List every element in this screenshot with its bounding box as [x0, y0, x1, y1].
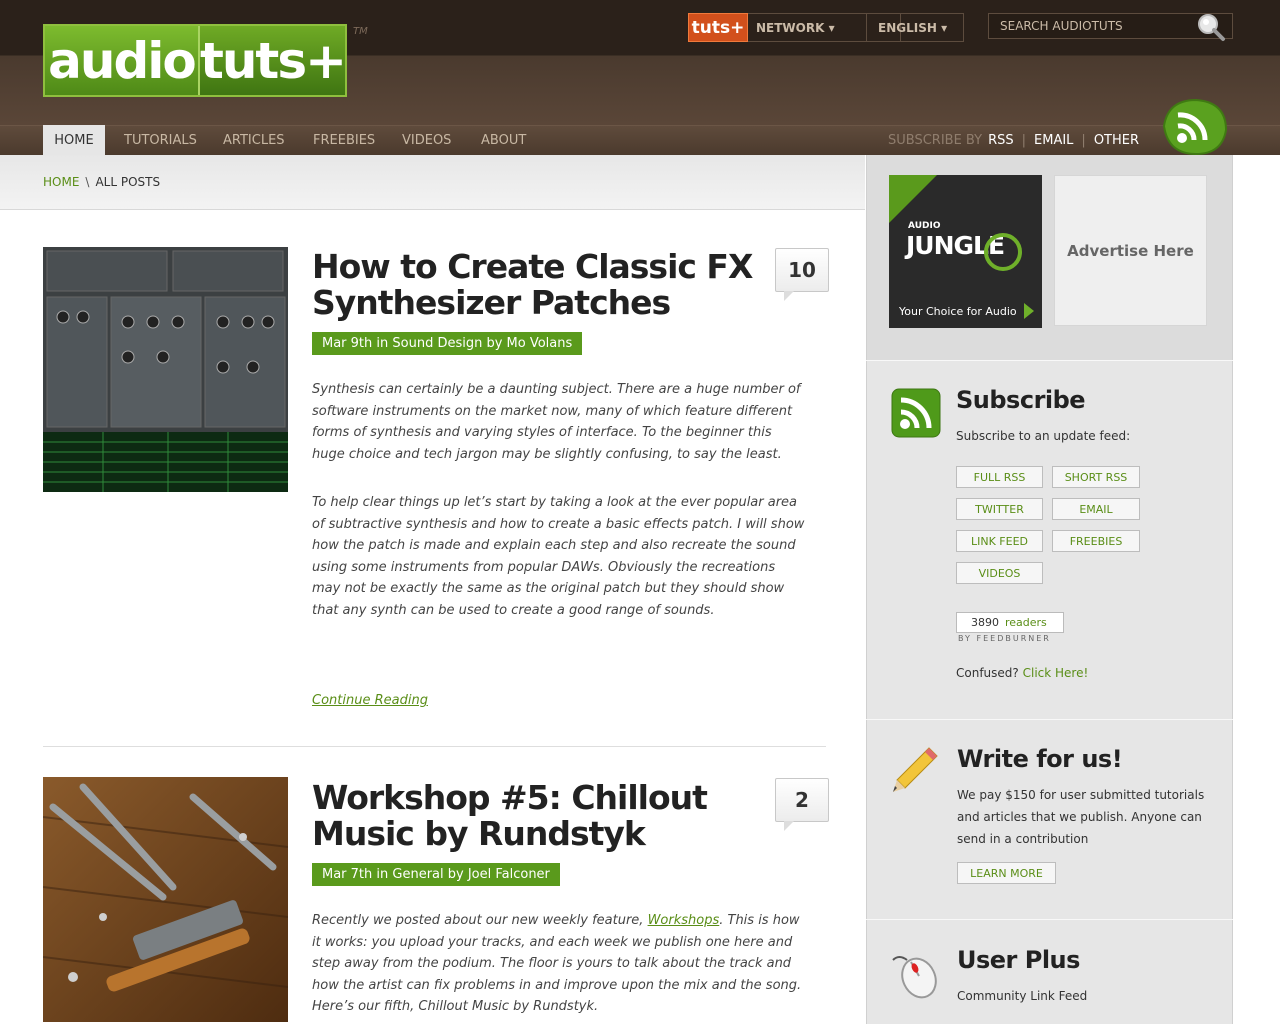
subscribe-rss-link[interactable]: RSS	[988, 133, 1014, 148]
comment-count-badge[interactable]: 2	[775, 778, 829, 831]
pencil-icon	[893, 747, 938, 792]
subscribe-email-link[interactable]: EMAIL	[1034, 133, 1073, 148]
mouse-icon	[892, 956, 937, 999]
excerpt-paragraph: To help clear things up let’s start by t…	[312, 495, 805, 618]
comment-count: 10	[788, 258, 816, 282]
sidebar-divider	[866, 360, 1233, 361]
excerpt-text: . This is how it works: you upload your …	[312, 913, 802, 1014]
ad-small-text: AUDIO	[908, 221, 941, 231]
reader-count: 3890	[971, 616, 999, 629]
nav-freebies[interactable]: FREEBIES	[313, 125, 375, 155]
nav-home[interactable]: HOME	[43, 125, 105, 155]
trademark-mark: TM	[353, 26, 368, 37]
search-icon[interactable]	[1196, 12, 1226, 42]
post-thumbnail-synth[interactable]	[43, 247, 288, 492]
email-button[interactable]: EMAIL	[1052, 498, 1140, 520]
separator: |	[1081, 132, 1086, 148]
post-meta: Mar 7th in General by Joel Falconer	[312, 863, 560, 886]
excerpt-text: Recently we posted about our new weekly …	[312, 913, 648, 928]
breadcrumb-home[interactable]: HOME	[43, 175, 79, 189]
full-rss-button[interactable]: FULL RSS	[956, 466, 1043, 488]
workshops-link[interactable]: Workshops	[648, 913, 720, 928]
nav-about[interactable]: ABOUT	[481, 125, 526, 155]
synth-image	[43, 247, 288, 492]
freebies-button[interactable]: FREEBIES	[1052, 530, 1140, 552]
rss-icon	[891, 388, 941, 438]
subscribe-other-link[interactable]: OTHER	[1094, 133, 1139, 148]
write-title: Write for us!	[957, 745, 1123, 773]
sidebar-divider	[866, 719, 1233, 720]
nav-videos[interactable]: VIDEOS	[402, 125, 451, 155]
post-excerpt: Synthesis can certainly be a daunting su…	[312, 379, 807, 648]
logo-audio: audio	[45, 26, 198, 95]
subscribe-by-label: SUBSCRIBE BY	[888, 132, 983, 148]
subscribe-text: Subscribe to an update feed:	[956, 429, 1131, 443]
videos-button[interactable]: VIDEOS	[956, 562, 1043, 584]
breadcrumb-separator: \	[85, 175, 90, 189]
user-plus-text: Community Link Feed	[957, 989, 1088, 1003]
breadcrumb-current: ALL POSTS	[95, 175, 161, 189]
sidebar-divider	[866, 919, 1233, 920]
comment-count-badge[interactable]: 10	[775, 248, 829, 301]
tuts-network-badge: tuts+	[688, 13, 748, 42]
confused-text: Confused? Click Here!	[956, 666, 1089, 680]
user-plus-title: User Plus	[957, 946, 1080, 974]
language-dropdown[interactable]: ENGLISH ▾	[866, 13, 964, 42]
ad-ring-icon	[984, 233, 1022, 271]
click-here-link[interactable]: Click Here!	[1023, 666, 1089, 680]
audiojungle-ad[interactable]: AUDIO JUNGLE Your Choice for Audio	[889, 175, 1042, 328]
continue-reading-link[interactable]: Continue Reading	[312, 693, 428, 708]
post-thumbnail-tools[interactable]	[43, 777, 288, 1022]
link-feed-button[interactable]: LINK FEED	[956, 530, 1043, 552]
post-excerpt: Recently we posted about our new weekly …	[312, 910, 807, 1018]
comment-count: 2	[795, 788, 809, 812]
post-title[interactable]: How to Create Classic FX Synthesizer Pat…	[312, 249, 772, 321]
separator: |	[1021, 132, 1027, 148]
breadcrumb: HOME \ ALL POSTS	[0, 155, 865, 210]
subscribe-by: SUBSCRIBE BY RSS | EMAIL | OTHER	[888, 125, 1139, 155]
arrow-right-icon	[1024, 303, 1034, 319]
write-text: We pay $150 for user submitted tutorials…	[957, 788, 1205, 846]
twitter-button[interactable]: TWITTER	[956, 498, 1043, 520]
advertise-here-box[interactable]: Advertise Here	[1054, 175, 1207, 326]
rss-badge-icon[interactable]	[1156, 96, 1230, 158]
subscribe-title: Subscribe	[956, 386, 1086, 414]
post-divider	[43, 746, 826, 747]
post-title[interactable]: Workshop #5: Chillout Music by Rundstyk	[312, 780, 772, 852]
feedburner-label: BY FEEDBURNER	[958, 634, 1051, 643]
nav-tutorials[interactable]: TUTORIALS	[124, 125, 197, 155]
excerpt-paragraph: Synthesis can certainly be a daunting su…	[312, 382, 801, 462]
short-rss-button[interactable]: SHORT RSS	[1052, 466, 1140, 488]
site-logo[interactable]: audio tuts+	[43, 24, 347, 97]
readers-label: readers	[1005, 616, 1047, 629]
feedburner-counter[interactable]: 3890 readers BY FEEDBURNER	[956, 612, 1064, 644]
nav-articles[interactable]: ARTICLES	[223, 125, 285, 155]
tools-image	[43, 777, 288, 1022]
post-meta: Mar 9th in Sound Design by Mo Volans	[312, 332, 583, 355]
learn-more-button[interactable]: LEARN MORE	[957, 862, 1056, 884]
logo-tuts: tuts+	[197, 26, 347, 95]
ad-tagline: Your Choice for Audio	[899, 305, 1017, 318]
